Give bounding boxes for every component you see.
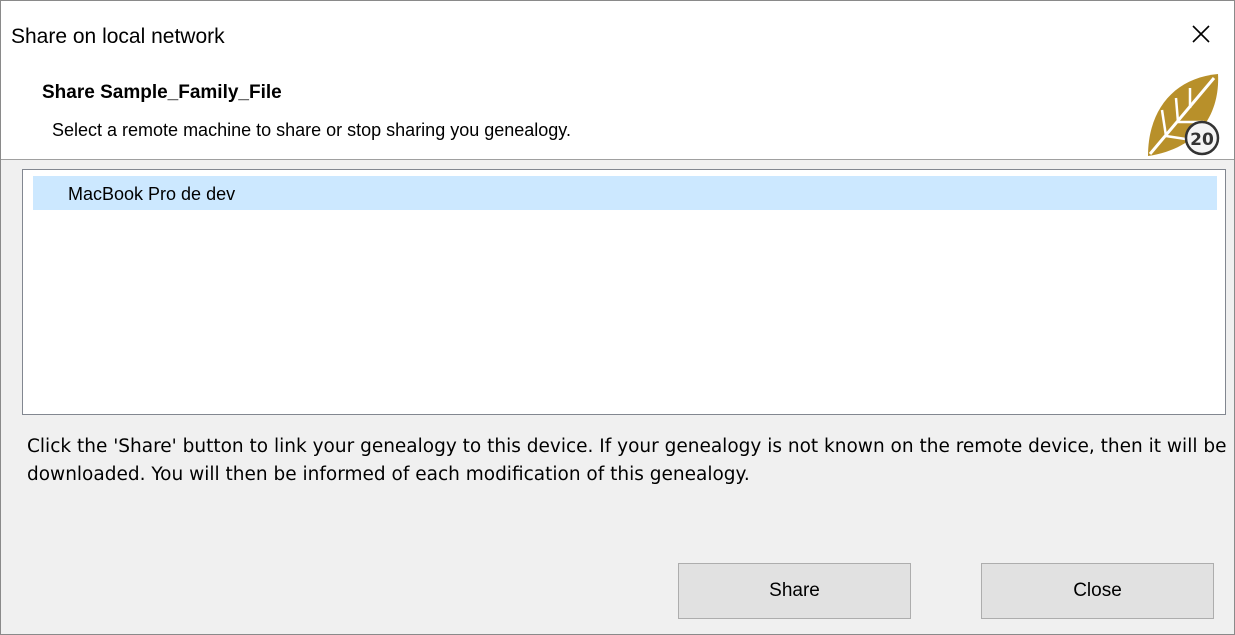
share-dialog: Share on local network Share Sample_Fami… <box>0 0 1235 635</box>
leaf-logo-icon: 20 <box>1148 74 1220 156</box>
logo-badge-text: 20 <box>1190 130 1214 150</box>
share-button[interactable]: Share <box>678 563 911 619</box>
close-button[interactable]: Close <box>981 563 1214 619</box>
title-bar: Share on local network <box>1 1 1234 67</box>
close-window-button[interactable] <box>1168 1 1234 67</box>
remote-machine-list[interactable]: MacBook Pro de dev <box>22 169 1226 415</box>
window-title: Share on local network <box>11 25 225 48</box>
header-title: Share Sample_Family_File <box>42 82 282 103</box>
info-text: Click the 'Share' button to link your ge… <box>27 436 1227 485</box>
list-item-label: MacBook Pro de dev <box>68 184 236 204</box>
dialog-header: Share Sample_Family_File Select a remote… <box>1 67 1234 160</box>
list-item-macbook-pro[interactable]: MacBook Pro de dev <box>33 176 1217 210</box>
header-subtitle: Select a remote machine to share or stop… <box>52 120 571 140</box>
close-icon <box>1192 25 1210 43</box>
